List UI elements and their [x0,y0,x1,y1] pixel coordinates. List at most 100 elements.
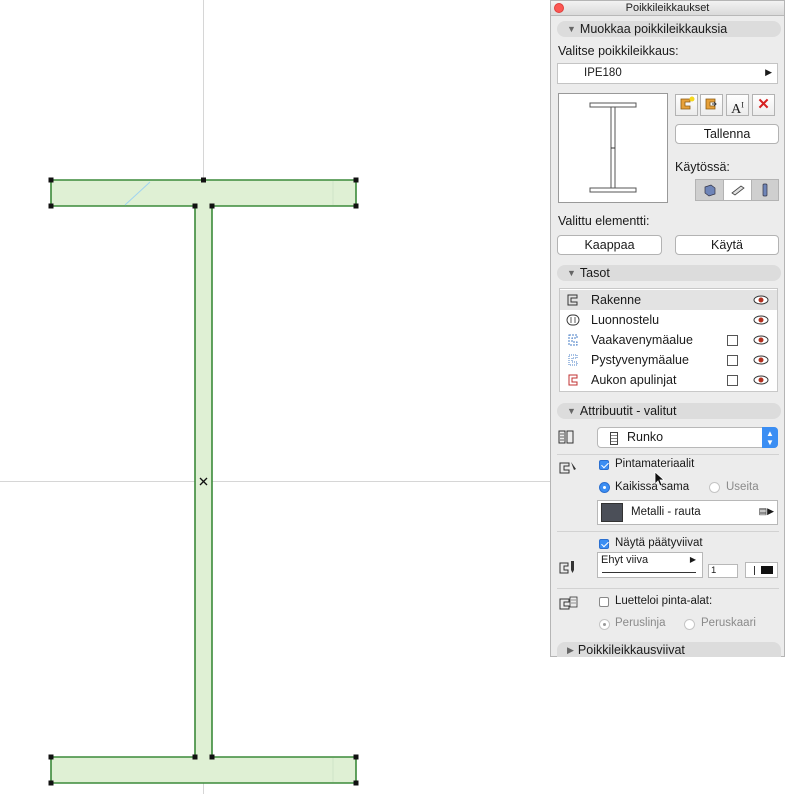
separator [557,531,779,532]
multiple-label: Useita [726,481,759,493]
surface-materials-label: Pintamateriaalit [615,458,695,470]
reference-arc-radio[interactable] [684,619,695,630]
layer-row-structure[interactable]: Rakenne [560,290,777,310]
section-attributes-title: Attribuutit - valitut [579,404,677,418]
pen-number-field[interactable]: 1 [708,564,738,578]
delete-profile-button[interactable]: ✕ [752,94,775,116]
show-end-lines-checkbox[interactable] [599,539,609,549]
sketch-layer-icon [566,314,580,326]
surface-color-swatch [601,503,623,522]
layer-row-horizontal-stretch[interactable]: Vaakavenymäalue [560,330,777,350]
opening-guides-layer-icon [568,374,578,386]
section-edit-header[interactable]: ▼ Muokkaa poikkileikkauksia [557,21,781,37]
section-layers-title: Tasot [579,266,610,280]
profile-selector-value: IPE180 [584,67,622,79]
layer-checkbox[interactable] [727,355,738,366]
structure-layer-icon [567,294,578,306]
section-layers-header[interactable]: ▼ Tasot [557,265,781,281]
palette-title: Poikkileikkaukset [625,2,710,14]
section-lines-title: Poikkileikkausviivat [577,643,685,657]
line-type-value: Ehyt viiva [601,554,649,566]
arrow-right-icon: ▶ [765,67,772,77]
disclosure-closed-icon: ▶ [567,645,574,655]
surface-material-select[interactable]: Metalli - rauta ▤▶ [597,500,778,525]
horizontal-stretch-layer-icon [568,334,578,346]
new-profile-icon [680,96,694,110]
list-surfaces-checkbox[interactable] [599,597,609,607]
drawing-canvas[interactable] [0,0,550,794]
layer-name: Vaakavenymäalue [591,333,693,347]
building-material-value: Runko [627,430,664,444]
reference-line-label: Peruslinja [615,617,666,629]
section-lines-header[interactable]: ▶ Poikkileikkausviivat [557,642,781,657]
rename-profile-button[interactable]: AI [726,94,749,117]
use-columns-toggle[interactable] [752,180,778,200]
pen-color-select[interactable] [745,562,778,578]
line-preview [602,572,696,573]
eye-icon[interactable] [753,290,769,312]
all-same-radio[interactable] [599,482,610,493]
layer-row-vertical-stretch[interactable]: Pystyvenymäalue [560,350,777,370]
close-button[interactable] [554,3,564,13]
reference-arc-label: Peruskaari [701,617,756,629]
disclosure-open-icon: ▼ [567,24,576,34]
layer-name: Aukon apulinjat [591,373,677,387]
building-material-select[interactable]: Runko ▲ ▼ [597,427,778,448]
layer-checkbox[interactable] [727,375,738,386]
eye-icon[interactable] [753,350,769,372]
separator [557,588,779,589]
use-walls-toggle[interactable] [696,180,724,200]
layer-name: Pystyvenymäalue [591,353,689,367]
select-profile-label: Valitse poikkileikkaus: [558,44,679,58]
column-icon [762,183,768,197]
i-beam-preview-icon [589,102,637,193]
use-beams-toggle[interactable] [724,180,752,200]
list-surfaces-icon [559,596,578,610]
eye-icon[interactable] [753,370,769,392]
layers-list: Rakenne Luonnostelu Vaakavenymäalue Pyst… [559,288,778,392]
in-use-label: Käytössä: [675,160,730,174]
all-same-label: Kaikissa sama [615,481,690,493]
line-type-select[interactable]: Ehyt viiva ▶ [597,552,703,578]
surface-override-icon [559,462,576,474]
new-profile-button[interactable] [675,94,698,116]
apply-button[interactable]: Käytä [675,235,779,255]
end-lines-icon [559,561,574,574]
arrow-right-icon: ▶ [689,555,696,564]
layer-row-opening-guides[interactable]: Aukon apulinjat [560,370,777,390]
layer-name: Rakenne [591,293,642,307]
select-stepper-icon: ▲ ▼ [762,427,778,448]
duplicate-profile-icon [705,98,717,110]
delete-x-icon: ✕ [757,96,770,113]
eye-icon[interactable] [753,330,769,352]
disclosure-open-icon: ▼ [567,268,576,278]
in-use-toggle-group [695,179,779,201]
list-surfaces-label: Luetteloi pinta-alat: [615,595,713,607]
cross-sections-palette: Poikkileikkaukset ▼ Muokkaa poikkileikkau… [550,0,785,657]
profile-preview [558,93,668,203]
layer-checkbox[interactable] [727,335,738,346]
disclosure-open-icon: ▼ [567,406,576,416]
surface-materials-checkbox[interactable] [599,460,609,470]
section-edit-title: Muokkaa poikkileikkauksia [579,22,728,36]
surface-material-value: Metalli - rauta [631,506,701,518]
profile-selector[interactable]: IPE180 ▶ [557,63,778,84]
eye-icon[interactable] [753,310,769,332]
save-button[interactable]: Tallenna [675,124,779,144]
vertical-stretch-layer-icon [568,354,578,366]
section-attributes-header[interactable]: ▼ Attribuutit - valitut [557,403,781,419]
material-catalog-icon: ▤▶ [758,506,774,516]
multiple-radio[interactable] [709,482,720,493]
palette-titlebar: Poikkileikkaukset [551,1,784,16]
rename-text-icon: AI [731,100,744,117]
capture-button[interactable]: Kaappaa [557,235,662,255]
layer-row-sketch[interactable]: Luonnostelu [560,310,777,330]
reference-line-radio[interactable] [599,619,610,630]
wall-icon [704,184,715,197]
layer-name: Luonnostelu [591,313,660,327]
separator [557,454,779,455]
show-end-lines-label: Näytä päätyviivat [615,537,703,549]
pen-color-swatch [761,566,773,574]
building-material-icon [558,430,574,444]
duplicate-profile-button[interactable] [700,94,723,116]
